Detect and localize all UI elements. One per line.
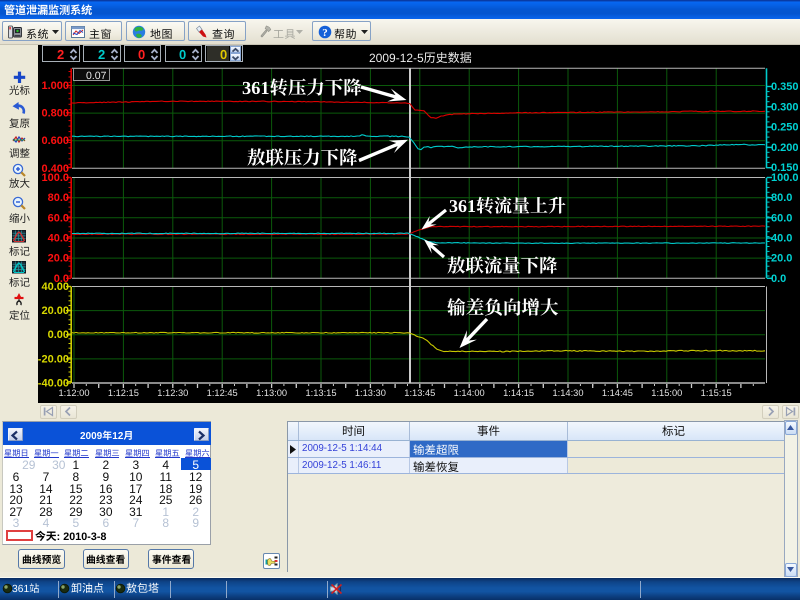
svg-text:40.0: 40.0 xyxy=(48,233,69,245)
svg-text:1:12:00: 1:12:00 xyxy=(58,388,89,398)
svg-text:0.300: 0.300 xyxy=(771,101,799,113)
svg-text:?: ? xyxy=(322,27,328,39)
svg-text:100.0: 100.0 xyxy=(771,172,799,184)
svg-text:20.00: 20.00 xyxy=(41,305,69,317)
svg-text:1:12:45: 1:12:45 xyxy=(207,388,238,398)
svg-text:0.600: 0.600 xyxy=(41,135,69,147)
svg-text:80.0: 80.0 xyxy=(771,192,792,204)
svg-text:60.0: 60.0 xyxy=(48,212,69,224)
svg-text:0.200: 0.200 xyxy=(771,142,799,154)
svg-text:1:14:30: 1:14:30 xyxy=(552,388,583,398)
svg-text:1:14:45: 1:14:45 xyxy=(602,388,633,398)
svg-text:100.0: 100.0 xyxy=(41,172,69,184)
svg-text:0.0: 0.0 xyxy=(771,273,786,285)
svg-text:1:12:30: 1:12:30 xyxy=(157,388,188,398)
svg-text:1:15:00: 1:15:00 xyxy=(651,388,682,398)
svg-text:1:13:45: 1:13:45 xyxy=(404,388,435,398)
svg-text:1:15:15: 1:15:15 xyxy=(701,388,732,398)
svg-text:0.350: 0.350 xyxy=(771,81,799,93)
svg-text:1:13:15: 1:13:15 xyxy=(305,388,336,398)
svg-text:1.000: 1.000 xyxy=(41,80,69,92)
svg-text:-20.00: -20.00 xyxy=(38,353,69,365)
svg-text:1:14:15: 1:14:15 xyxy=(503,388,534,398)
svg-text:0.800: 0.800 xyxy=(41,108,69,120)
svg-text:1:14:00: 1:14:00 xyxy=(454,388,485,398)
svg-text:20.0: 20.0 xyxy=(771,253,792,265)
svg-text:1:13:30: 1:13:30 xyxy=(355,388,386,398)
svg-text:80.0: 80.0 xyxy=(48,192,69,204)
svg-text:60.0: 60.0 xyxy=(771,212,792,224)
svg-text:1:12:15: 1:12:15 xyxy=(108,388,139,398)
svg-text:1:13:00: 1:13:00 xyxy=(256,388,287,398)
svg-text:40.00: 40.00 xyxy=(41,281,69,293)
svg-text:0.250: 0.250 xyxy=(771,122,799,134)
svg-text:40.0: 40.0 xyxy=(771,233,792,245)
svg-text:20.0: 20.0 xyxy=(48,253,69,265)
svg-text:0.00: 0.00 xyxy=(48,329,69,341)
